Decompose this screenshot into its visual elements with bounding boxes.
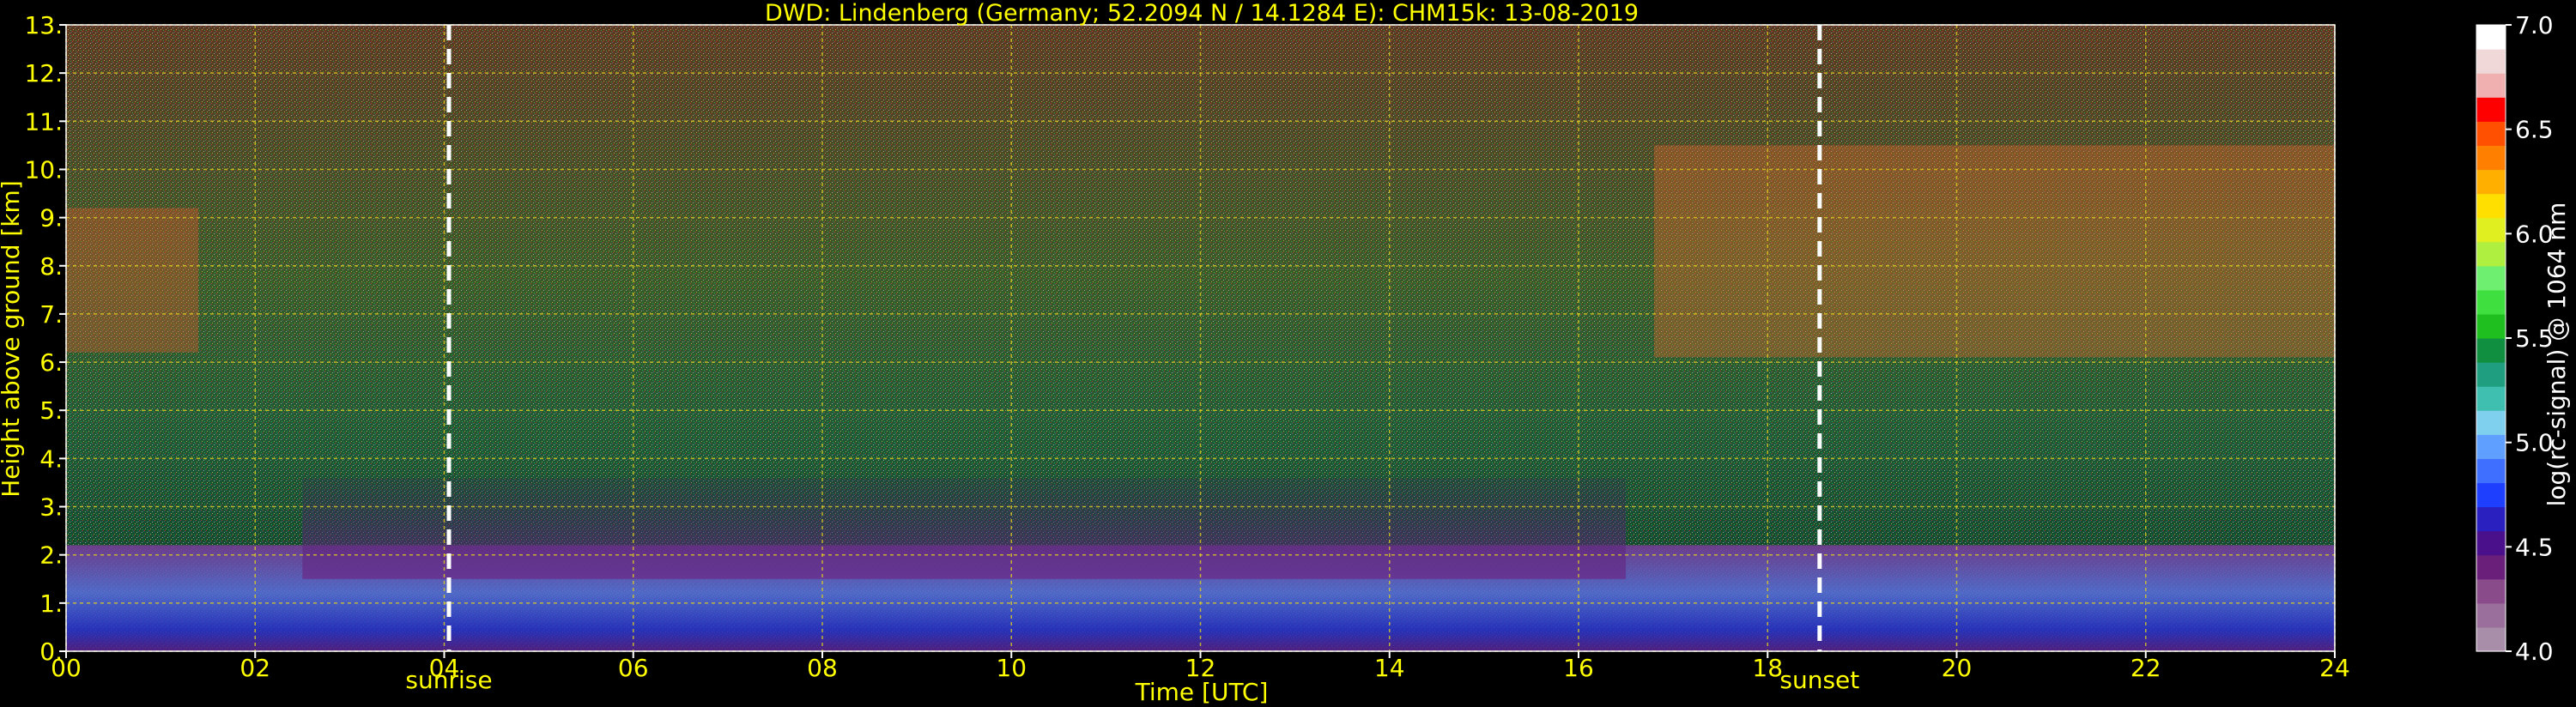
colorbar-segment [2476, 313, 2506, 339]
x-tick-label: 14 [1374, 654, 1405, 682]
marker-label-sunset: sunset [1779, 666, 1859, 694]
y-tick-label: 12. [24, 59, 63, 88]
y-axis-label: Height above ground [km] [0, 180, 25, 498]
x-axis-label: Time [UTC] [1135, 678, 1269, 706]
colorbar-segment [2476, 289, 2506, 315]
colorbar-segment [2476, 434, 2506, 459]
colorbar-segment [2476, 193, 2506, 219]
x-tick-label: 08 [807, 654, 838, 682]
x-tick-label: 18 [1752, 654, 1783, 682]
colorbar-label: log(rc-signal) @ 1064 nm [2543, 202, 2571, 507]
layer-high-clouds-late [1654, 145, 2335, 358]
x-tick-label: 24 [2319, 654, 2350, 682]
y-tick-label: 11. [24, 107, 63, 136]
y-tick-label: 13. [24, 11, 63, 39]
colorbar-segment [2476, 506, 2506, 532]
colorbar-segment [2476, 386, 2506, 411]
x-tick-label: 02 [239, 654, 270, 682]
colorbar-segment [2476, 121, 2506, 146]
colorbar-segment [2476, 73, 2506, 98]
colorbar-tick-label: 4.5 [2515, 533, 2554, 561]
colorbar-segment [2476, 25, 2506, 50]
y-tick-label: 8. [39, 252, 63, 281]
x-tick-label: 06 [618, 654, 649, 682]
colorbar-segment [2476, 578, 2506, 604]
colorbar-segment [2476, 241, 2506, 267]
y-tick-label: 4. [39, 444, 63, 473]
y-tick-label: 7. [39, 300, 63, 329]
colorbar-segment [2476, 530, 2506, 556]
colorbar-segment [2476, 554, 2506, 580]
layer-clouds-mid-level [302, 477, 1627, 579]
colorbar-segment [2476, 362, 2506, 387]
y-tick-label: 6. [39, 348, 63, 377]
y-tick-label: 3. [39, 493, 63, 522]
y-tick-label: 9. [39, 204, 63, 233]
colorbar-segment [2476, 482, 2506, 508]
colorbar-segment [2476, 49, 2506, 74]
layer-high-clouds-early [66, 208, 199, 353]
x-tick-label: 16 [1563, 654, 1594, 682]
y-tick-label: 0. [39, 638, 63, 666]
x-tick-label: 22 [2131, 654, 2161, 682]
y-tick-label: 10. [24, 155, 63, 184]
colorbar-segment [2476, 602, 2506, 628]
colorbar-segment [2476, 97, 2506, 122]
colorbar-segment [2476, 458, 2506, 484]
y-tick-label: 1. [39, 589, 63, 618]
colorbar-segment [2476, 169, 2506, 195]
y-tick-label: 2. [39, 541, 63, 570]
colorbar-tick-label: 6.5 [2515, 116, 2554, 144]
x-tick-label: 20 [1942, 654, 1973, 682]
colorbar-segment [2476, 145, 2506, 171]
colorbar-segment [2476, 338, 2506, 363]
colorbar-segment [2476, 410, 2506, 435]
colorbar-tick-label: 7.0 [2515, 11, 2554, 39]
colorbar-segment [2476, 626, 2506, 652]
y-tick-label: 5. [39, 396, 63, 425]
chart-title: DWD: Lindenberg (Germany; 52.2094 N / 14… [765, 0, 1639, 27]
colorbar-segment [2476, 217, 2506, 243]
colorbar-segment [2476, 265, 2506, 291]
ceilometer-chart: sunrise sunset 00 02 04 06 08 10 12 14 16 18 20 22 24… [0, 0, 2571, 706]
x-tick-label: 04 [429, 654, 460, 682]
colorbar-tick-label: 4.0 [2515, 638, 2554, 666]
x-tick-label: 10 [996, 654, 1027, 682]
